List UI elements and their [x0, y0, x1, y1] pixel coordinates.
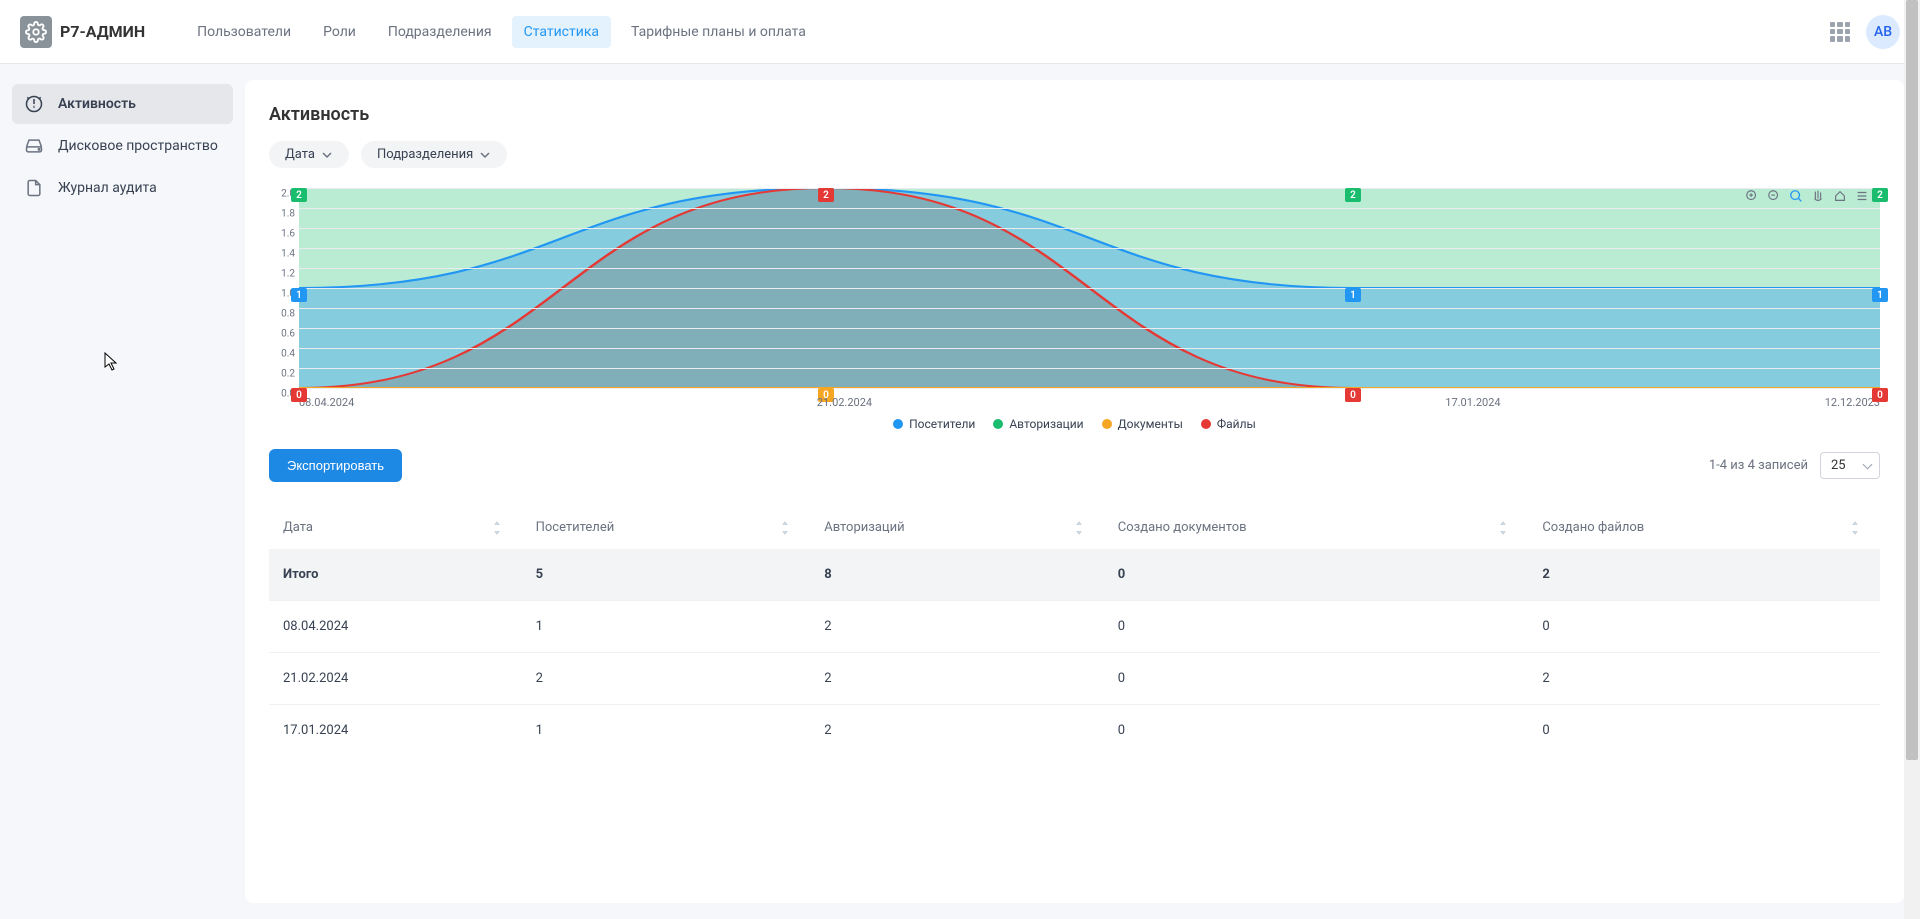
- zoom-select-icon[interactable]: [1788, 188, 1804, 204]
- sidebar-item-audit[interactable]: Журнал аудита: [12, 168, 233, 208]
- export-button[interactable]: Экспортировать: [269, 449, 402, 482]
- nav-billing[interactable]: Тарифные планы и оплата: [619, 16, 818, 48]
- scrollbar[interactable]: [1904, 0, 1920, 919]
- gear-icon: [20, 16, 52, 48]
- legend-auth[interactable]: Авторизации: [993, 417, 1083, 431]
- topbar: Р7-АДМИН Пользователи Роли Подразделения…: [0, 0, 1920, 64]
- sidebar-item-label: Журнал аудита: [58, 180, 157, 196]
- sidebar-item-label: Дисковое пространство: [58, 138, 218, 154]
- chevron-down-icon: [321, 149, 333, 161]
- scrollbar-thumb[interactable]: [1906, 0, 1918, 760]
- activity-icon: [24, 94, 44, 114]
- zoom-out-icon[interactable]: [1766, 188, 1782, 204]
- main-panel: Активность Дата Подразделения 0.00.20: [245, 80, 1904, 903]
- legend-visitors[interactable]: Посетители: [893, 417, 975, 431]
- sidebar: Активность Дисковое пространство Журнал …: [0, 64, 245, 919]
- nav-departments[interactable]: Подразделения: [376, 16, 504, 48]
- avatar[interactable]: АВ: [1866, 15, 1900, 49]
- menu-icon[interactable]: [1854, 188, 1870, 204]
- sidebar-item-activity[interactable]: Активность: [12, 84, 233, 124]
- pan-icon[interactable]: [1810, 188, 1826, 204]
- col-auth[interactable]: Авторизаций: [810, 506, 1104, 549]
- records-info: 1-4 из 4 записей: [1709, 458, 1808, 473]
- col-visitors[interactable]: Посетителей: [522, 506, 811, 549]
- nav-statistics[interactable]: Статистика: [512, 16, 611, 48]
- page-title: Активность: [269, 104, 1880, 125]
- table-row: 08.04.2024 1 2 0 0: [269, 601, 1880, 653]
- home-icon[interactable]: [1832, 188, 1848, 204]
- x-axis: 08.04.2024 21.02.2024 17.01.2024 12.12.2…: [299, 396, 1880, 409]
- legend-docs[interactable]: Документы: [1102, 417, 1183, 431]
- file-icon: [24, 178, 44, 198]
- filter-date[interactable]: Дата: [269, 141, 349, 168]
- table-row-total: Итого 5 8 0 2: [269, 549, 1880, 601]
- col-date[interactable]: Дата: [269, 506, 522, 549]
- logo[interactable]: Р7-АДМИН: [20, 16, 145, 48]
- chart: 0.00.20.40.60.81.01.21.41.61.82.0 121122…: [269, 188, 1880, 431]
- sidebar-item-label: Активность: [58, 96, 136, 112]
- col-files[interactable]: Создано файлов: [1528, 506, 1880, 549]
- data-table: Дата Посетителей Авторизаций Создано док…: [269, 506, 1880, 756]
- table-row: 21.02.2024 2 2 0 2: [269, 653, 1880, 705]
- chart-toolbar: [1744, 188, 1870, 204]
- disk-icon: [24, 136, 44, 156]
- filter-departments[interactable]: Подразделения: [361, 141, 507, 168]
- nav-users[interactable]: Пользователи: [185, 16, 303, 48]
- chevron-down-icon: [479, 149, 491, 161]
- nav-roles[interactable]: Роли: [311, 16, 368, 48]
- brand-text: Р7-АДМИН: [60, 22, 145, 41]
- chart-legend: Посетители Авторизации Документы Файлы: [269, 417, 1880, 431]
- main-nav: Пользователи Роли Подразделения Статисти…: [185, 16, 818, 48]
- col-docs[interactable]: Создано документов: [1104, 506, 1529, 549]
- apps-grid-icon[interactable]: [1830, 22, 1850, 42]
- legend-files[interactable]: Файлы: [1201, 417, 1256, 431]
- zoom-in-icon[interactable]: [1744, 188, 1760, 204]
- sidebar-item-disk[interactable]: Дисковое пространство: [12, 126, 233, 166]
- table-row: 17.01.2024 1 2 0 0: [269, 705, 1880, 757]
- page-size-select[interactable]: 25: [1820, 452, 1880, 479]
